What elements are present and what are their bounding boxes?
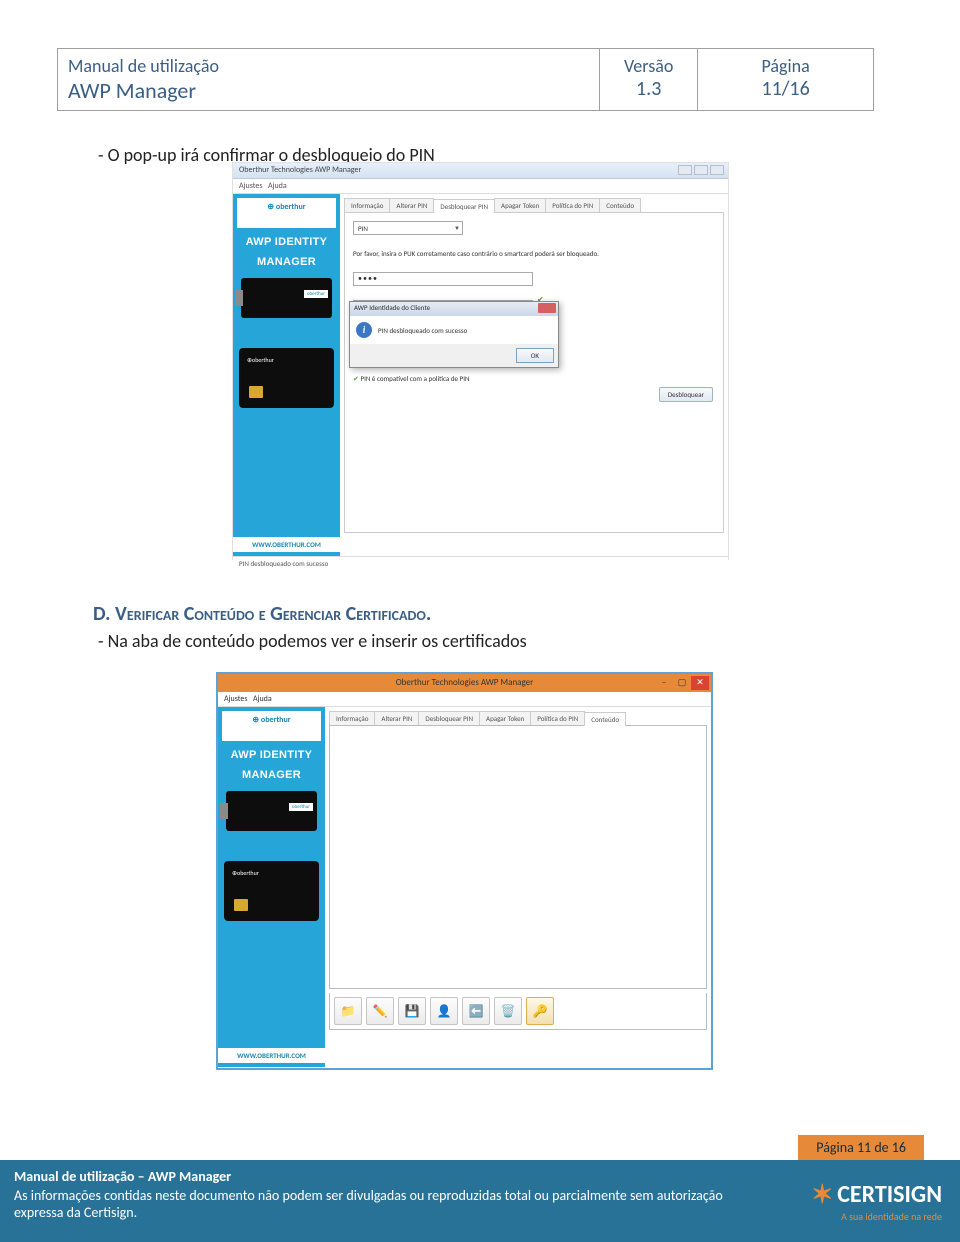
- sidebar-line1: AWP IDENTITY: [233, 236, 340, 248]
- save-button[interactable]: 💾: [398, 997, 426, 1025]
- window-title: Oberthur Technologies AWP Manager: [239, 165, 361, 175]
- app-title: AWP Manager: [68, 77, 589, 104]
- tab-conteudo[interactable]: Conteúdo: [584, 712, 626, 726]
- logo-tagline: A sua identidade na rede: [811, 1210, 942, 1223]
- puk-instruction: Por favor, insira o PUK corretamente cas…: [353, 249, 715, 258]
- tab-row-2: Informação Alterar PIN Desbloquear PIN A…: [329, 711, 707, 726]
- page-value: 11/16: [708, 77, 863, 101]
- window-title-2: Oberthur Technologies AWP Manager: [396, 677, 534, 688]
- dialog: AWP Identidade do Cliente i PIN desbloqu…: [349, 301, 559, 368]
- manual-label: Manual de utilização: [68, 55, 589, 77]
- tab-desbloquear-pin[interactable]: Desbloquear PIN: [433, 199, 495, 213]
- add-user-button[interactable]: 👤: [430, 997, 458, 1025]
- sidebar-line1: AWP IDENTITY: [218, 749, 325, 761]
- menu-ajuda[interactable]: Ajuda: [253, 694, 272, 704]
- token-graphic: oberthur: [226, 791, 317, 831]
- sidebar-url: WWW.OBERTHUR.COM: [233, 537, 340, 552]
- caption-2: - Na aba de conteúdo podemos ver e inser…: [98, 630, 527, 652]
- menubar: Ajustes Ajuda: [233, 179, 728, 194]
- ok-button[interactable]: OK: [516, 348, 554, 363]
- token-graphic: oberthur: [241, 278, 332, 318]
- menu-ajustes[interactable]: Ajustes: [224, 694, 248, 704]
- sidebar-line2: MANAGER: [218, 769, 325, 781]
- tab-informacao[interactable]: Informação: [329, 711, 375, 725]
- menu-ajustes[interactable]: Ajustes: [239, 181, 263, 191]
- puk-field-1[interactable]: ••••: [353, 272, 533, 286]
- statusbar: PIN desbloqueado com sucesso: [233, 556, 728, 570]
- maximize-icon[interactable]: ▢: [673, 676, 691, 690]
- window-titlebar: Oberthur Technologies AWP Manager: [233, 163, 728, 179]
- section-d-heading: D. Verificar Conteúdo e Gerenciar Certif…: [93, 602, 431, 626]
- minimize-icon[interactable]: [678, 165, 692, 175]
- sidebar-url: WWW.OBERTHUR.COM: [218, 1048, 325, 1063]
- sidebar-2: ⊕ oberthur AWP IDENTITY MANAGER oberthur…: [218, 707, 325, 1067]
- logo-text: CERTISIGN: [837, 1180, 942, 1209]
- content-listbox[interactable]: [329, 725, 707, 989]
- tab-desbloquear-pin[interactable]: Desbloquear PIN: [418, 711, 480, 725]
- dialog-close-icon[interactable]: [538, 303, 556, 313]
- window-controls: [678, 165, 724, 175]
- tab-politica-pin[interactable]: Política do PIN: [530, 711, 585, 725]
- tab-apagar-token[interactable]: Apagar Token: [494, 198, 546, 212]
- sidebar: ⊕ oberthur AWP IDENTITY MANAGER oberthur…: [233, 194, 340, 556]
- key-button[interactable]: 🔑: [526, 997, 554, 1025]
- oberthur-logo: ⊕ oberthur: [237, 198, 336, 228]
- version-value: 1.3: [610, 77, 687, 101]
- certisign-logo: ✶ CERTISIGN A sua identidade na rede: [811, 1178, 942, 1223]
- dialog-titlebar: AWP Identidade do Cliente: [350, 302, 558, 316]
- tab-row: Informação Alterar PIN Desbloquear PIN A…: [344, 198, 724, 213]
- version-label: Versão: [610, 55, 687, 77]
- import-button[interactable]: ⬅️: [462, 997, 490, 1025]
- window-titlebar-2: Oberthur Technologies AWP Manager – ▢ ✕: [218, 674, 711, 692]
- oberthur-logo: ⊕ oberthur: [222, 711, 321, 741]
- footer-text: As informações contidas neste documento …: [0, 1187, 760, 1221]
- tab-conteudo[interactable]: Conteúdo: [599, 198, 641, 212]
- tab-alterar-pin[interactable]: Alterar PIN: [374, 711, 419, 725]
- cert-toolbar: 📁 ✏️ 💾 👤 ⬅️ 🗑️ 🔑: [329, 993, 707, 1030]
- screenshot-2: Oberthur Technologies AWP Manager – ▢ ✕ …: [216, 672, 713, 1070]
- page-tag: Página 11 de 16: [798, 1135, 924, 1160]
- tab-alterar-pin[interactable]: Alterar PIN: [389, 198, 434, 212]
- delete-button[interactable]: 🗑️: [494, 997, 522, 1025]
- tab-apagar-token[interactable]: Apagar Token: [479, 711, 531, 725]
- smartcard-graphic: ⊕oberthur: [239, 348, 334, 408]
- maximize-icon[interactable]: [694, 165, 708, 175]
- info-icon: i: [356, 322, 372, 338]
- window-controls-2: – ▢ ✕: [655, 676, 709, 690]
- edit-button[interactable]: ✏️: [366, 997, 394, 1025]
- pin-compat-text: PIN é compatível com a política de PIN: [353, 374, 715, 383]
- close-icon[interactable]: [710, 165, 724, 175]
- open-folder-button[interactable]: 📁: [334, 997, 362, 1025]
- dialog-message: PIN desbloqueado com sucesso: [378, 326, 467, 335]
- tab-politica-pin[interactable]: Política do PIN: [545, 198, 600, 212]
- pin-select[interactable]: PIN: [353, 221, 463, 235]
- page-label: Página: [708, 55, 863, 77]
- minimize-icon[interactable]: –: [655, 676, 673, 690]
- screenshot-1: Oberthur Technologies AWP Manager Ajuste…: [232, 162, 729, 560]
- tab-informacao[interactable]: Informação: [344, 198, 390, 212]
- menu-ajuda[interactable]: Ajuda: [268, 181, 287, 191]
- menubar-2: Ajustes Ajuda: [218, 692, 711, 707]
- desbloquear-button[interactable]: Desbloquear: [659, 387, 713, 402]
- sidebar-line2: MANAGER: [233, 256, 340, 268]
- dialog-title-text: AWP Identidade do Cliente: [354, 303, 430, 312]
- doc-header: Manual de utilização AWP Manager Versão …: [57, 48, 874, 111]
- smartcard-graphic: ⊕oberthur: [224, 861, 319, 921]
- close-icon[interactable]: ✕: [691, 676, 709, 690]
- doc-footer: Manual de utilização – AWP Manager As in…: [0, 1160, 960, 1242]
- logo-icon: ✶: [811, 1178, 833, 1210]
